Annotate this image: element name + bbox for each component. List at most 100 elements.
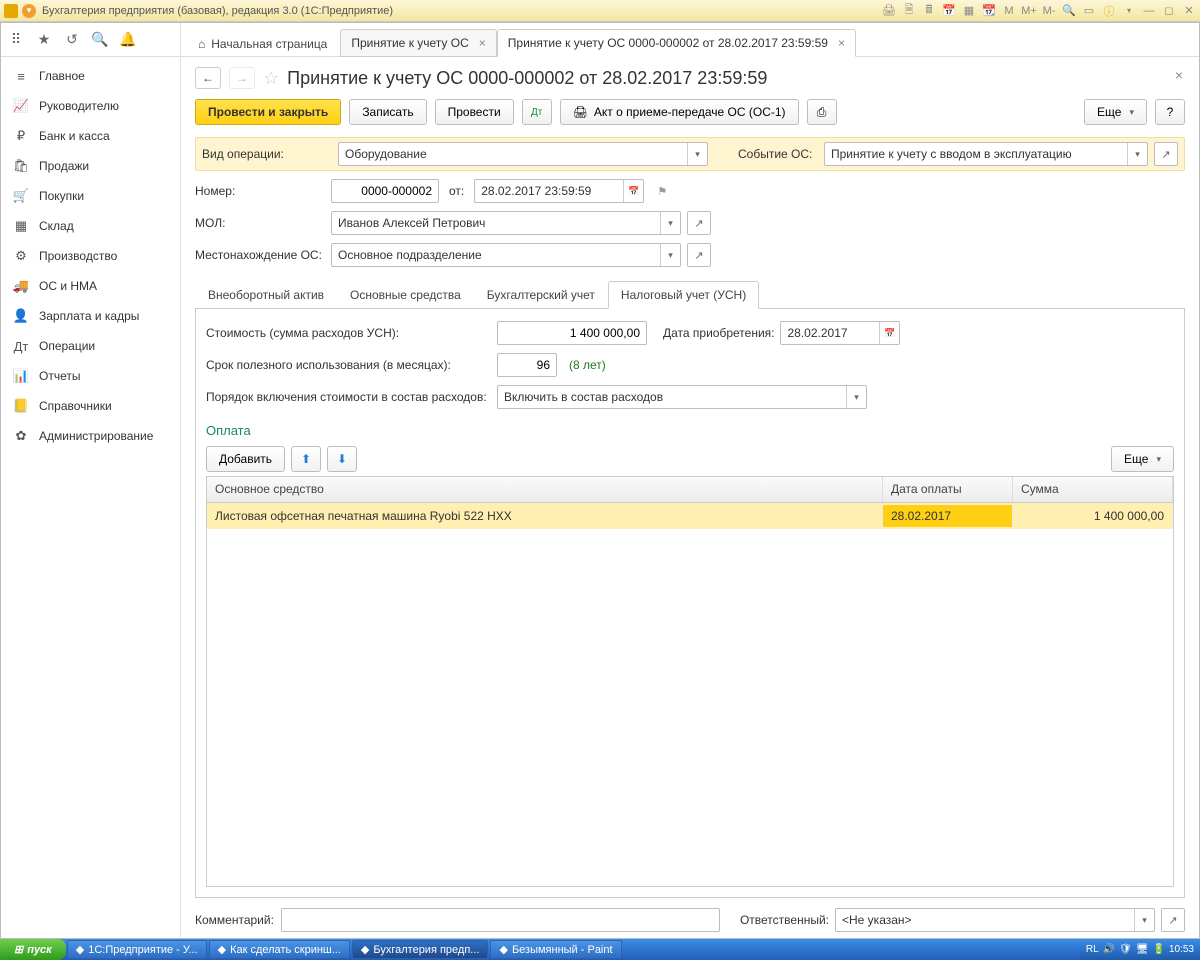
save-button[interactable]: Записать — [349, 99, 426, 125]
cell-date[interactable]: 28.02.2017 — [883, 505, 1013, 527]
inner-tab-3[interactable]: Бухгалтерский учет — [474, 281, 608, 308]
cell-sum: 1 400 000,00 — [1013, 505, 1173, 527]
move-up-button[interactable]: ⬆ — [291, 446, 321, 472]
table-header-date[interactable]: Дата оплаты — [883, 477, 1013, 502]
minimize-button[interactable]: — — [1142, 4, 1156, 18]
m-icon[interactable]: M — [1002, 4, 1016, 18]
taskbar-task[interactable]: ◆Бухгалтерия предп... — [352, 940, 489, 959]
sidebar-item-5[interactable]: ▦Склад — [1, 211, 180, 241]
table-header-asset[interactable]: Основное средство — [207, 477, 883, 502]
inner-tab-2[interactable]: Основные средства — [337, 281, 474, 308]
post-button[interactable]: Провести — [435, 99, 514, 125]
help-icon[interactable]: ⓘ — [1102, 4, 1116, 18]
calendar-icon[interactable]: 📅 — [942, 4, 956, 18]
sidebar-item-1[interactable]: 📈Руководителю — [1, 91, 180, 121]
close-document-button[interactable]: × — [1175, 67, 1183, 83]
number-input[interactable] — [331, 179, 439, 203]
cost-input[interactable] — [497, 321, 647, 345]
tray-icon[interactable]: 🔋 — [1153, 944, 1165, 955]
mminus-icon[interactable]: M- — [1042, 4, 1056, 18]
grid-more-button[interactable]: Еще▾ — [1111, 446, 1174, 472]
taskbar-task[interactable]: ◆1С:Предприятие - У... — [67, 940, 207, 959]
mol-label: МОЛ: — [195, 216, 325, 230]
open-ref-button[interactable]: ↗ — [1154, 142, 1178, 166]
apps-icon[interactable]: ⠿ — [7, 31, 25, 49]
flag-icon[interactable]: ⚑ — [650, 179, 674, 203]
tray-icon[interactable]: 🛡 — [1119, 944, 1132, 955]
maximize-button[interactable]: ◻ — [1162, 4, 1176, 18]
operation-type-select[interactable]: Оборудование▾ — [338, 142, 708, 166]
task-icon: ◆ — [218, 943, 226, 956]
table-header-sum[interactable]: Сумма — [1013, 477, 1173, 502]
sidebar-item-9[interactable]: ДтОперации — [1, 331, 180, 361]
sidebar-item-4[interactable]: 🛒Покупки — [1, 181, 180, 211]
doc-icon[interactable]: 🗎 — [902, 4, 916, 18]
tab-doc-2[interactable]: Принятие к учету ОС 0000-000002 от 28.02… — [497, 29, 856, 57]
nav-forward-button[interactable]: → — [229, 67, 255, 89]
open-ref-button[interactable]: ↗ — [687, 243, 711, 267]
dropdown-icon[interactable]: ▾ — [22, 4, 36, 18]
inner-tab-4[interactable]: Налоговый учет (УСН) — [608, 281, 759, 309]
comment-input[interactable] — [281, 908, 720, 932]
taskbar-task[interactable]: ◆Как сделать скринш... — [209, 940, 350, 959]
bell-icon[interactable]: 🔔 — [119, 31, 137, 49]
search-icon[interactable]: 🔍 — [91, 31, 109, 49]
tab-doc-1[interactable]: Принятие к учету ОС × — [340, 29, 496, 57]
useful-life-input[interactable] — [497, 353, 557, 377]
open-ref-button[interactable]: ↗ — [687, 211, 711, 235]
more-button[interactable]: Еще▾ — [1084, 99, 1147, 125]
close-window-button[interactable]: ✕ — [1182, 4, 1196, 18]
zoom-icon[interactable]: 🔍 — [1062, 4, 1076, 18]
sidebar-item-6[interactable]: ⚙Производство — [1, 241, 180, 271]
star-icon[interactable]: ★ — [35, 31, 53, 49]
responsible-select[interactable]: <Не указан>▾ — [835, 908, 1155, 932]
event-select[interactable]: Принятие к учету с вводом в эксплуатацию… — [824, 142, 1148, 166]
tray-time[interactable]: 10:53 — [1169, 944, 1194, 955]
tray-lang[interactable]: RL — [1086, 944, 1099, 955]
attach-button[interactable]: ⎙ — [807, 99, 837, 125]
help-button[interactable]: ? — [1155, 99, 1185, 125]
grid-icon[interactable]: ▦ — [962, 4, 976, 18]
sidebar-item-12[interactable]: ✿Администрирование — [1, 421, 180, 451]
post-and-close-button[interactable]: Провести и закрыть — [195, 99, 341, 125]
sidebar-item-3[interactable]: 🛍Продажи — [1, 151, 180, 181]
system-tray[interactable]: RL 🔊 🛡 🖥 🔋 10:53 — [1080, 939, 1200, 960]
inner-tab-1[interactable]: Внеоборотный актив — [195, 281, 337, 308]
nav-label: Главное — [39, 69, 85, 83]
act-print-button[interactable]: 🖨Акт о приеме-передаче ОС (ОС-1) — [560, 99, 799, 125]
acquisition-date-input[interactable]: 28.02.2017📅 — [780, 321, 900, 345]
calc-icon[interactable]: 🖩 — [922, 4, 936, 18]
help-drop-icon[interactable]: ▾ — [1122, 4, 1136, 18]
tab-home[interactable]: ⌂ Начальная страница — [185, 29, 340, 57]
nav-icon: 🚚 — [13, 278, 29, 294]
add-row-button[interactable]: Добавить — [206, 446, 285, 472]
open-ref-button[interactable]: ↗ — [1161, 908, 1185, 932]
mplus-icon[interactable]: M+ — [1022, 4, 1036, 18]
sidebar-item-2[interactable]: ₽Банк и касса — [1, 121, 180, 151]
history-icon[interactable]: ↺ — [63, 31, 81, 49]
tray-icon[interactable]: 🖥 — [1136, 944, 1149, 955]
expense-order-select[interactable]: Включить в состав расходов▾ — [497, 385, 867, 409]
move-down-button[interactable]: ⬇ — [327, 446, 357, 472]
tray-icon[interactable]: 🔊 — [1103, 944, 1115, 955]
date-input[interactable]: 28.02.2017 23:59:59📅 — [474, 179, 644, 203]
sidebar-item-11[interactable]: 📒Справочники — [1, 391, 180, 421]
sidebar-item-10[interactable]: 📊Отчеты — [1, 361, 180, 391]
panel-icon[interactable]: ▭ — [1082, 4, 1096, 18]
location-select[interactable]: Основное подразделение▾ — [331, 243, 681, 267]
chevron-down-icon: ▾ — [660, 212, 680, 234]
date-icon[interactable]: 📆 — [982, 4, 996, 18]
favorite-icon[interactable]: ☆ — [263, 68, 279, 89]
mol-select[interactable]: Иванов Алексей Петрович▾ — [331, 211, 681, 235]
sidebar-item-8[interactable]: 👤Зарплата и кадры — [1, 301, 180, 331]
dtkt-button[interactable]: Дт — [522, 99, 552, 125]
taskbar-task[interactable]: ◆Безымянный - Paint — [490, 940, 621, 959]
nav-back-button[interactable]: ← — [195, 67, 221, 89]
sidebar-item-0[interactable]: ≡Главное — [1, 61, 180, 91]
tab-close-icon[interactable]: × — [479, 36, 486, 50]
start-button[interactable]: ⊞ пуск — [0, 939, 66, 960]
tab-close-icon[interactable]: × — [838, 36, 845, 50]
print-icon[interactable]: 🖨 — [882, 4, 896, 18]
sidebar-item-7[interactable]: 🚚ОС и НМА — [1, 271, 180, 301]
table-row[interactable]: Листовая офсетная печатная машина Ryobi … — [207, 503, 1173, 529]
